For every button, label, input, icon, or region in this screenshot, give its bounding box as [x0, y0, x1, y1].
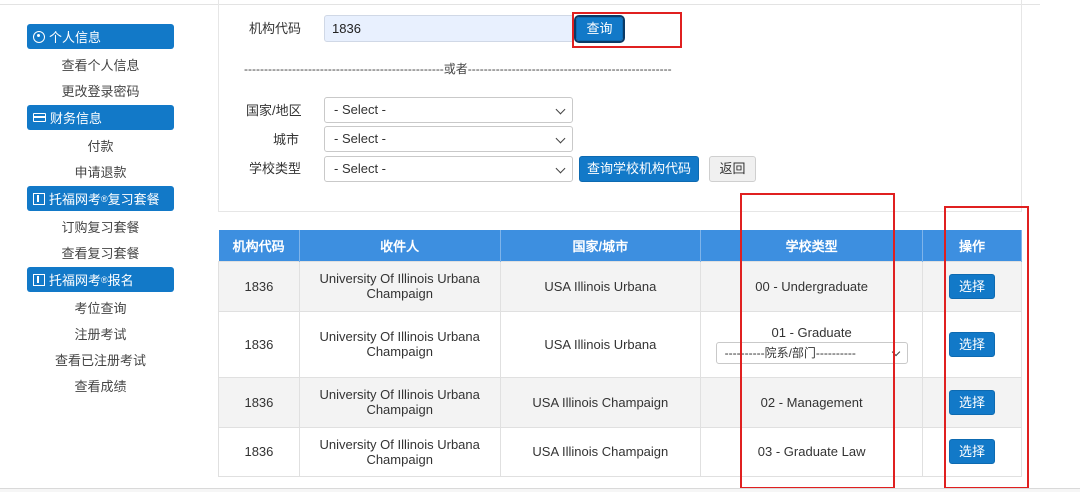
col-header-school-type: 学校类型: [700, 230, 924, 261]
nav-item-buy-prep[interactable]: 订购复习套餐: [27, 215, 174, 241]
school-type-select[interactable]: - Select -: [324, 156, 573, 182]
col-header-location: 国家/城市: [500, 230, 702, 261]
registered-mark: ®: [101, 274, 108, 285]
cell-location: USA Illinois Champaign: [499, 376, 702, 428]
cell-recipient: University Of Illinois Urbana Champaign: [298, 310, 501, 378]
nav-header-personal[interactable]: 个人信息: [27, 24, 174, 49]
nav-header-label: 个人信息: [49, 30, 102, 45]
cell-code: 1836: [218, 426, 300, 477]
cell-code: 1836: [218, 376, 300, 428]
nav-header-label: 托福网考: [49, 273, 102, 288]
city-select[interactable]: - Select -: [324, 126, 573, 152]
nav-item-refund[interactable]: 申请退款: [27, 160, 174, 186]
nav-item-change-password[interactable]: 更改登录密码: [27, 79, 174, 105]
city-label: 城市: [273, 132, 300, 147]
user-circle-icon: [33, 30, 45, 43]
country-label: 国家/地区: [246, 103, 302, 118]
school-type-text: 01 - Graduate: [771, 324, 852, 340]
board-icon: [33, 273, 45, 286]
col-header-recipient: 收件人: [299, 230, 501, 261]
credit-card-icon: [33, 113, 46, 122]
table-row: 1836 University Of Illinois Urbana Champ…: [218, 260, 1022, 312]
cell-location: USA Illinois Champaign: [499, 426, 702, 477]
table-header-row: 机构代码 收件人 国家/城市 学校类型 操作: [218, 230, 1022, 261]
col-header-code: 机构代码: [218, 230, 300, 261]
nav-header-label-suffix: 报名: [107, 273, 134, 288]
or-divider: ----------------------------------------…: [244, 62, 672, 76]
institution-code-input[interactable]: 1836: [324, 15, 574, 42]
nav-header-register[interactable]: 托福网考 ® 报名: [27, 267, 174, 292]
city-select-value: - Select -: [334, 131, 387, 146]
cell-recipient: University Of Illinois Urbana Champaign: [298, 260, 501, 312]
nav-item-view-registered[interactable]: 查看已注册考试: [27, 348, 174, 374]
cell-school-type: 03 - Graduate Law: [700, 426, 924, 477]
country-select-value: - Select -: [334, 102, 387, 117]
nav-item-view-scores[interactable]: 查看成绩: [27, 374, 174, 400]
nav-item-payment[interactable]: 付款: [27, 134, 174, 160]
chevron-down-icon: [555, 163, 566, 174]
nav-header-label-suffix: 复习套餐: [107, 192, 160, 207]
select-button[interactable]: 选择: [949, 439, 996, 464]
back-button[interactable]: 返回: [709, 156, 756, 182]
cell-location: USA Illinois Urbana: [499, 260, 702, 312]
col-header-action: 操作: [922, 230, 1022, 261]
nav-header-prep[interactable]: 托福网考 ® 复习套餐: [27, 186, 174, 211]
nav-item-view-prep[interactable]: 查看复习套餐: [27, 241, 174, 267]
chevron-down-icon: [555, 104, 566, 115]
results-table: 机构代码 收件人 国家/城市 学校类型 操作 1836 University O…: [218, 230, 1022, 477]
nav-item-seat-search[interactable]: 考位查询: [27, 296, 174, 322]
nav-header-finance[interactable]: 财务信息: [27, 105, 174, 130]
table-row: 1836 University Of Illinois Urbana Champ…: [218, 376, 1022, 428]
select-button[interactable]: 选择: [949, 331, 996, 357]
cell-recipient: University Of Illinois Urbana Champaign: [298, 376, 501, 428]
cell-code: 1836: [218, 260, 300, 312]
cell-school-type: 02 - Management: [700, 376, 924, 428]
cell-action: 选择: [922, 376, 1022, 428]
chevron-down-icon: [891, 347, 900, 356]
nav-header-label: 财务信息: [50, 111, 103, 126]
board-icon: [33, 192, 45, 205]
select-button[interactable]: 选择: [949, 389, 996, 415]
registered-mark: ®: [101, 193, 108, 204]
cell-school-type: 01 - Graduate ----------院系/部门----------: [700, 310, 924, 378]
department-select[interactable]: ----------院系/部门----------: [715, 341, 908, 364]
cell-action: 选择: [922, 426, 1022, 477]
cell-school-type: 00 - Undergraduate: [700, 260, 924, 312]
select-button[interactable]: 选择: [949, 273, 996, 299]
nav-header-label: 托福网考: [49, 192, 102, 207]
cell-action: 选择: [922, 260, 1022, 312]
cell-code: 1836: [218, 310, 300, 378]
department-select-value: ----------院系/部门----------: [724, 345, 856, 360]
nav-item-register-exam[interactable]: 注册考试: [27, 322, 174, 348]
lookup-code-button[interactable]: 查询学校机构代码: [579, 156, 699, 182]
query-button[interactable]: 查询: [574, 15, 625, 43]
chevron-down-icon: [555, 133, 566, 144]
school-type-select-value: - Select -: [334, 161, 387, 176]
cell-location: USA Illinois Urbana: [499, 310, 702, 378]
country-select[interactable]: - Select -: [324, 97, 573, 123]
sidebar: 个人信息 查看个人信息 更改登录密码 财务信息 付款 申请退款 托福网考 ® 复习套…: [27, 24, 174, 400]
nav-item-view-personal[interactable]: 查看个人信息: [27, 53, 174, 79]
cell-recipient: University Of Illinois Urbana Champaign: [298, 426, 501, 477]
table-row: 1836 University Of Illinois Urbana Champ…: [218, 310, 1022, 378]
cell-action: 选择: [922, 310, 1022, 378]
table-row: 1836 University Of Illinois Urbana Champ…: [218, 426, 1022, 477]
school-type-label: 学校类型: [249, 161, 302, 176]
code-label: 机构代码: [249, 21, 302, 36]
bottom-border: [0, 488, 1080, 492]
